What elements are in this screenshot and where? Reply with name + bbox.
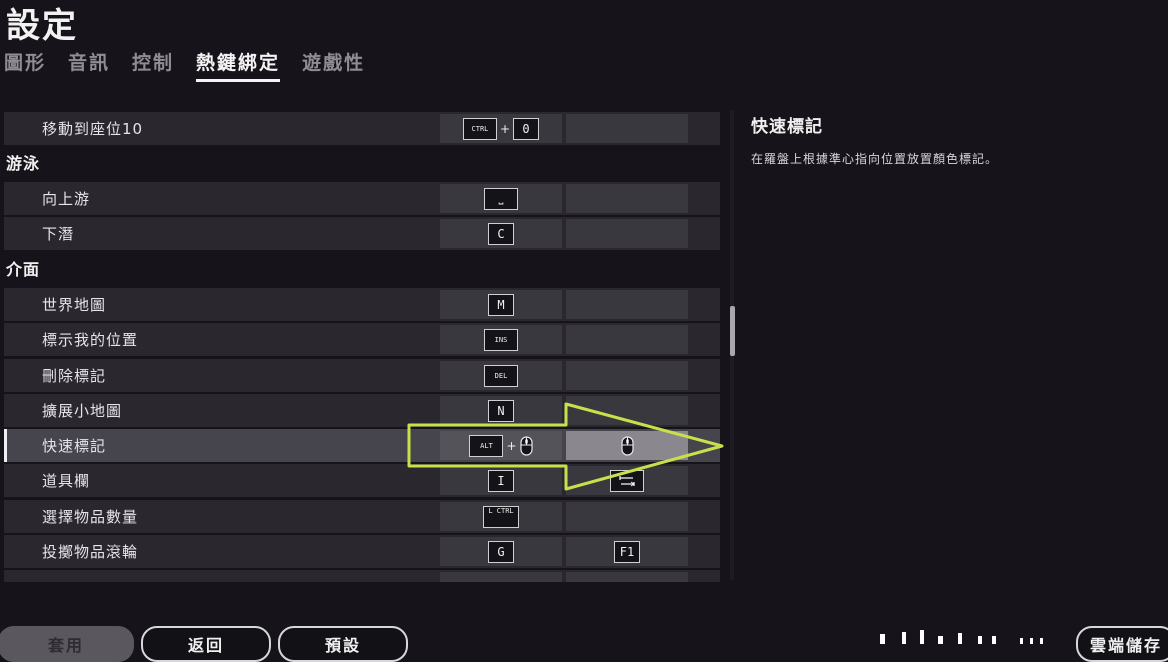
selection-indicator [4,429,7,462]
keybind-label: 刪除標記 [42,367,107,385]
secondary-binding-slot[interactable] [566,325,688,354]
keybind-row-select-item-quantity[interactable]: 選擇物品數量 L CTRL [4,500,720,533]
keybind-label: 投擲物品滾輪 [42,543,139,561]
keybind-row-throw-item-wheel[interactable]: 投擲物品滾輪 G F1 [4,535,720,568]
secondary-binding-slot[interactable] [566,431,688,460]
del-key: DEL [484,364,518,387]
alt-key: ALT [469,434,504,457]
c-key: C [488,222,514,245]
m-key: M [488,293,514,316]
cloud-save-button[interactable]: 雲端儲存 [1076,626,1168,662]
n-key: N [488,399,514,422]
tab-graphics[interactable]: 圖形 [4,48,46,82]
f1-key: F1 [614,540,640,563]
secondary-binding-slot[interactable] [566,466,688,495]
keybind-row-partial[interactable] [4,570,720,582]
tab-gameplay[interactable]: 遊戲性 [302,48,365,82]
secondary-binding-slot[interactable] [566,184,688,213]
keybind-row-quick-marker[interactable]: 快速標記 ALT + [4,429,720,462]
left-ctrl-key: L CTRL [483,505,519,528]
space-key: ⎵ [484,187,518,210]
primary-binding-slot[interactable]: CTRL + 0 [440,114,562,143]
keybind-label: 快速標記 [42,437,107,455]
primary-binding-slot[interactable]: INS [440,325,562,354]
secondary-binding-slot[interactable] [566,290,688,319]
keybind-label: 下潛 [42,225,75,243]
back-button[interactable]: 返回 [141,626,271,662]
keybind-row-mark-my-position[interactable]: 標示我的位置 INS [4,323,720,356]
primary-binding-slot[interactable]: I [440,466,562,495]
secondary-binding-slot[interactable] [566,572,688,582]
watermark-logo-icon [880,630,1043,644]
apply-button[interactable]: 套用 [0,626,134,662]
info-panel-description: 在羅盤上根據準心指向位置放置顏色標記。 [751,152,999,166]
primary-binding-slot[interactable]: G [440,537,562,566]
keybind-row-toolbar[interactable]: 道具欄 I [4,464,720,497]
keybind-row-world-map[interactable]: 世界地圖 M [4,288,720,321]
primary-binding-slot[interactable] [440,572,562,582]
ctrl-key: CTRL [462,117,497,140]
category-swim: 游泳 [6,154,41,173]
mouse-middle-icon [620,435,634,456]
keybind-row-delete-marker[interactable]: 刪除標記 DEL [4,359,720,392]
secondary-binding-slot[interactable] [566,114,688,143]
scrollbar-thumb[interactable] [730,306,735,356]
keybind-row-swim-up[interactable]: 向上游 ⎵ [4,182,720,215]
primary-binding-slot[interactable]: DEL [440,361,562,390]
keybind-label: 選擇物品數量 [42,508,139,526]
secondary-binding-slot[interactable] [566,219,688,248]
zero-key: 0 [513,117,540,140]
keybind-label: 擴展小地圖 [42,402,123,420]
mouse-middle-icon [519,435,533,456]
category-interface: 介面 [6,260,41,279]
tab-controls[interactable]: 控制 [132,48,174,82]
tab-audio[interactable]: 音訊 [68,48,110,82]
secondary-binding-slot[interactable] [566,361,688,390]
primary-binding-slot[interactable]: C [440,219,562,248]
tab-bar: 圖形 音訊 控制 熱鍵綁定 遊戲性 [4,48,365,82]
keybind-row-move-to-seat-10[interactable]: 移動到座位10 CTRL + 0 [4,112,720,145]
primary-binding-slot[interactable]: L CTRL [440,502,562,531]
i-key: I [488,469,514,492]
primary-binding-slot[interactable]: M [440,290,562,319]
plus-sign: + [506,438,517,453]
tab-key-icon [610,469,644,492]
keybind-label: 移動到座位10 [42,120,144,138]
keybind-label: 道具欄 [42,472,91,490]
keybind-row-dive[interactable]: 下潛 C [4,217,720,250]
keybind-label: 世界地圖 [42,296,107,314]
secondary-binding-slot[interactable]: F1 [566,537,688,566]
keybind-label: 向上游 [42,190,91,208]
primary-binding-slot[interactable]: ALT + [440,431,562,460]
secondary-binding-slot[interactable] [566,502,688,531]
primary-binding-slot[interactable]: ⎵ [440,184,562,213]
info-panel-title: 快速標記 [751,117,823,137]
plus-sign: + [499,121,511,136]
primary-binding-slot[interactable]: N [440,396,562,425]
page-title: 設定 [6,6,78,46]
keybind-row-expand-minimap[interactable]: 擴展小地圖 N [4,394,720,427]
keybinding-list: 移動到座位10 CTRL + 0 游泳 向上游 ⎵ 下潛 C 介面 世界地圖 M… [4,110,720,582]
keybind-label: 標示我的位置 [42,331,139,349]
default-button[interactable]: 預設 [278,626,408,662]
g-key: G [488,540,514,563]
ins-key: INS [484,328,518,351]
secondary-binding-slot[interactable] [566,396,688,425]
tab-keybindings[interactable]: 熱鍵綁定 [196,48,281,82]
